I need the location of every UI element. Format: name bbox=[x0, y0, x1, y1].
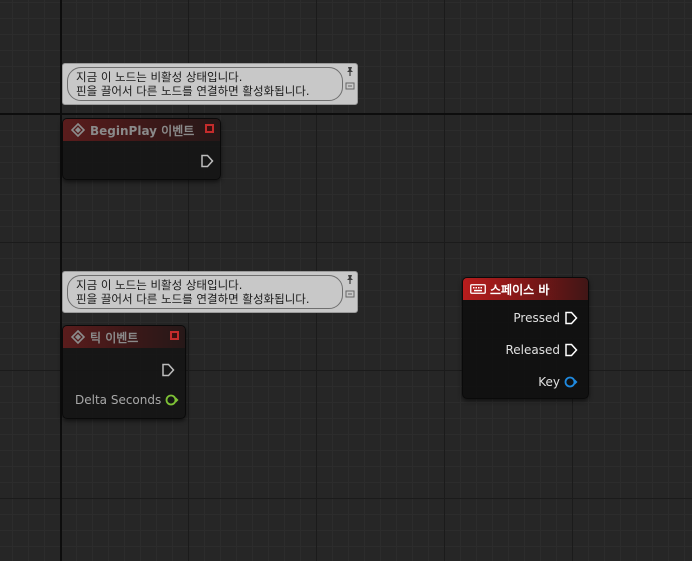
struct-pin-icon bbox=[564, 376, 578, 388]
comment-line-2: 핀을 끌어서 다른 노드를 연결하면 활성화됩니다. bbox=[76, 84, 310, 98]
node-header[interactable]: BeginPlay 이벤트 bbox=[63, 119, 220, 141]
key-struct-output-pin[interactable]: Key bbox=[538, 375, 578, 389]
node-title: BeginPlay 이벤트 bbox=[90, 123, 195, 138]
pressed-exec-output-pin[interactable]: Pressed bbox=[513, 311, 578, 325]
comment-text-box: 지금 이 노드는 비활성 상태입니다. 핀을 끌어서 다른 노드를 연결하면 활… bbox=[67, 275, 343, 309]
keyboard-icon bbox=[470, 281, 486, 297]
pin-label: Delta Seconds bbox=[75, 393, 162, 407]
delta-seconds-output-pin[interactable]: Delta Seconds bbox=[75, 393, 179, 407]
float-pin-icon bbox=[165, 394, 179, 406]
event-beginplay-node[interactable]: BeginPlay 이벤트 bbox=[62, 118, 221, 180]
comment-line-1: 지금 이 노드는 비활성 상태입니다. bbox=[76, 70, 243, 84]
pin-label: Key bbox=[538, 375, 560, 389]
pin-label: Released bbox=[505, 343, 560, 357]
node-title: 스페이스 바 bbox=[490, 282, 550, 297]
node-title: 틱 이벤트 bbox=[90, 330, 139, 345]
event-diamond-icon bbox=[70, 329, 86, 345]
event-diamond-icon bbox=[70, 122, 86, 138]
delegate-output-pin[interactable] bbox=[170, 331, 179, 340]
collapse-comment-icon[interactable] bbox=[345, 290, 355, 298]
exec-pin-icon bbox=[201, 154, 214, 168]
comment-line-2: 핀을 끌어서 다른 노드를 연결하면 활성화됩니다. bbox=[76, 292, 310, 306]
pin-comment-icon[interactable] bbox=[345, 274, 355, 284]
node-comment-bubble[interactable]: 지금 이 노드는 비활성 상태입니다. 핀을 끌어서 다른 노드를 연결하면 활… bbox=[62, 271, 358, 313]
released-exec-output-pin[interactable]: Released bbox=[505, 343, 578, 357]
collapse-comment-icon[interactable] bbox=[345, 82, 355, 90]
exec-pin-icon bbox=[565, 311, 578, 325]
exec-pin-icon bbox=[565, 343, 578, 357]
exec-output-pin[interactable] bbox=[161, 363, 175, 377]
event-tick-node[interactable]: 틱 이벤트 Delta Seconds bbox=[62, 325, 186, 419]
node-header[interactable]: 스페이스 바 bbox=[463, 278, 588, 300]
node-header[interactable]: 틱 이벤트 bbox=[63, 326, 185, 348]
pin-label: Pressed bbox=[513, 311, 560, 325]
comment-text-box: 지금 이 노드는 비활성 상태입니다. 핀을 끌어서 다른 노드를 연결하면 활… bbox=[67, 67, 343, 101]
comment-line-1: 지금 이 노드는 비활성 상태입니다. bbox=[76, 278, 243, 292]
graph-origin-horizontal-axis bbox=[0, 113, 692, 115]
space-bar-input-node[interactable]: 스페이스 바 Pressed Released Key bbox=[462, 277, 589, 399]
delegate-output-pin[interactable] bbox=[205, 124, 214, 133]
exec-output-pin[interactable] bbox=[200, 154, 214, 168]
node-comment-bubble[interactable]: 지금 이 노드는 비활성 상태입니다. 핀을 끌어서 다른 노드를 연결하면 활… bbox=[62, 63, 358, 105]
pin-comment-icon[interactable] bbox=[345, 66, 355, 76]
exec-pin-icon bbox=[162, 363, 175, 377]
